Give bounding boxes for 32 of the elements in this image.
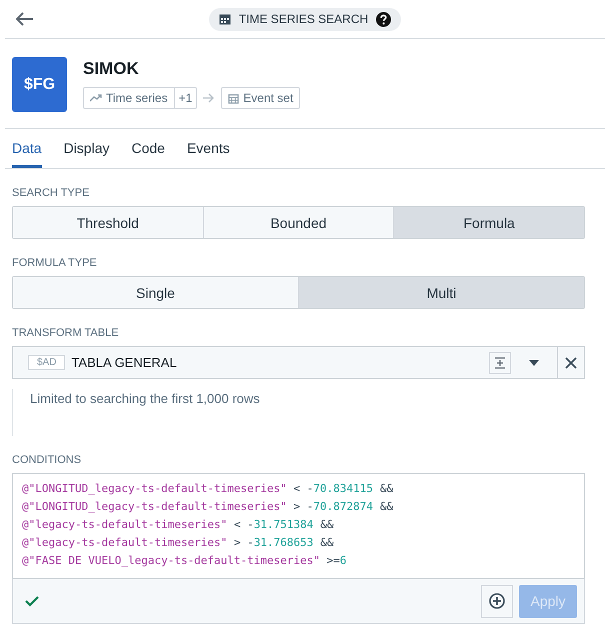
section-label: FORMULA TYPE bbox=[12, 257, 98, 269]
segment-button[interactable]: Multi bbox=[299, 277, 584, 308]
add-button[interactable] bbox=[481, 584, 513, 618]
section-label: SEARCH TYPE bbox=[12, 187, 90, 199]
code-line: @"FASE DE VUELO_legacy-ts-default-timeseries" >=6 bbox=[22, 553, 348, 569]
segment-button[interactable]: Bounded bbox=[204, 207, 394, 238]
plus-circle-icon bbox=[489, 593, 505, 609]
segment-button[interactable]: Formula bbox=[394, 207, 584, 238]
code-line: @"LONGITUD_legacy-ts-default-timeseries" > -70.872874 && bbox=[22, 499, 394, 515]
row-limit-note: Limited to searching the first 1,000 rows bbox=[30, 391, 260, 406]
segment-button[interactable]: Threshold bbox=[13, 207, 204, 238]
code-line: @"legacy-ts-default-timeseries" < -31.751384 && bbox=[22, 517, 335, 533]
section-label: TRANSFORM TABLE bbox=[12, 327, 120, 339]
code-line: @"legacy-ts-default-timeseries" > -31.768653 && bbox=[22, 535, 335, 551]
segment-button[interactable]: Single bbox=[13, 277, 299, 308]
output-chip[interactable]: Event set bbox=[221, 87, 300, 109]
formula-editor[interactable] bbox=[12, 473, 585, 579]
tab[interactable]: Display bbox=[64, 129, 110, 168]
section-label: CONDITIONS bbox=[12, 454, 82, 466]
input-count: +1 bbox=[174, 88, 196, 108]
help-icon[interactable] bbox=[376, 12, 392, 26]
tab[interactable]: Data bbox=[12, 129, 42, 168]
back-arrow-icon[interactable] bbox=[16, 12, 34, 26]
object-name: SIMOK bbox=[83, 59, 140, 79]
tab[interactable]: Code bbox=[131, 129, 165, 168]
input-chip[interactable]: Time series +1 bbox=[83, 87, 198, 109]
object-badge: $FG bbox=[12, 57, 67, 112]
trend-icon bbox=[90, 94, 102, 102]
tab[interactable]: Events bbox=[186, 129, 230, 168]
arrow-icon bbox=[203, 93, 216, 103]
code-line: @"LONGITUD_legacy-ts-default-timeseries" < -70.834115 && bbox=[22, 481, 394, 497]
panel-title: TIME SERIES SEARCH bbox=[238, 12, 368, 26]
